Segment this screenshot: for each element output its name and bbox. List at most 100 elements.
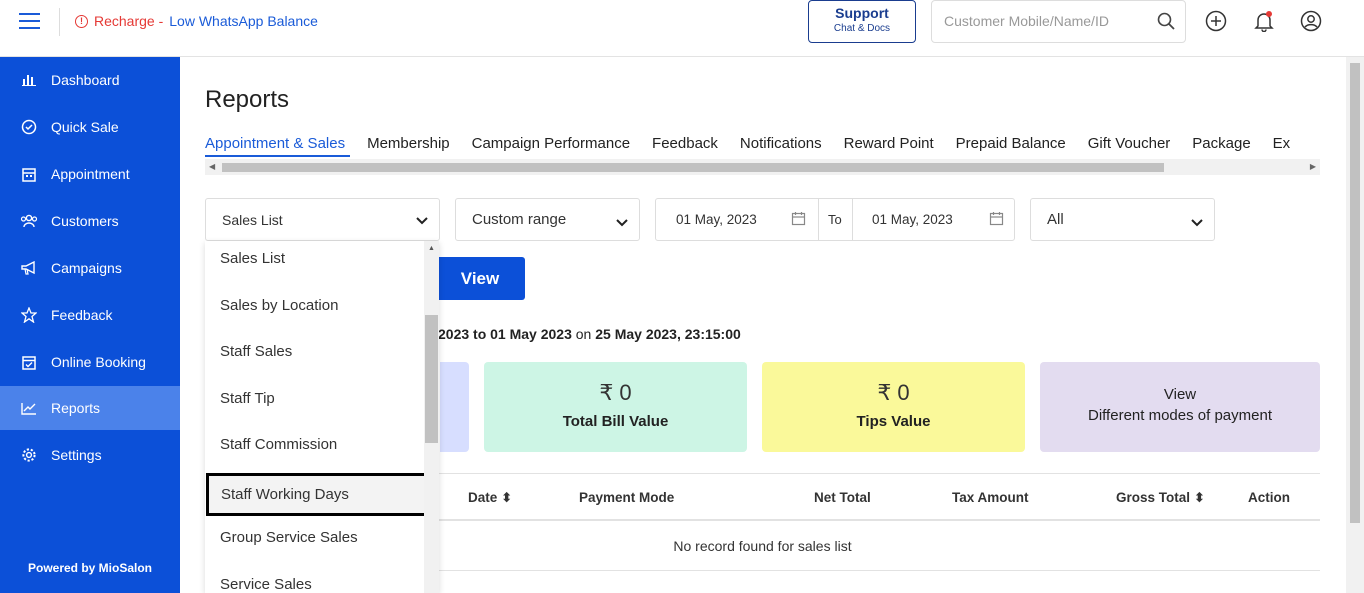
scroll-left-icon[interactable]: ◀ [209,162,215,171]
dropdown-option[interactable]: Service Sales [205,561,425,593]
divider [59,8,60,36]
tab-gift-voucher[interactable]: Gift Voucher [1088,135,1171,152]
alert-link[interactable]: Low WhatsApp Balance [169,13,318,29]
calendar-icon[interactable] [791,211,806,231]
sidebar-item-quick-sale[interactable]: Quick Sale [0,105,180,149]
sidebar-item-label: Settings [51,447,102,463]
column-label: Date [468,490,498,505]
scrollbar-thumb[interactable] [222,163,1164,172]
range-select[interactable]: Custom range [455,198,640,241]
payment-modes-card[interactable]: View Different modes of payment [1040,362,1320,452]
alert-prefix: Recharge - [94,13,164,29]
users-icon [20,212,38,230]
chevron-down-icon [415,213,429,229]
scrollbar-thumb[interactable] [1350,63,1360,523]
search-input[interactable] [944,13,1144,29]
user-profile-icon[interactable] [1300,10,1322,37]
calendar-icon[interactable] [989,211,1004,231]
whatsapp-balance-alert[interactable]: ! Recharge - Low WhatsApp Balance [75,13,318,29]
sidebar-item-appointment[interactable]: Appointment [0,152,180,196]
dropdown-option-highlighted[interactable]: Staff Working Days [206,473,438,516]
gear-icon [20,446,38,464]
payment-modes-label: Different modes of payment [1088,407,1272,424]
summary-card-partial [440,362,469,452]
star-icon [20,306,38,324]
sidebar-item-campaigns[interactable]: Campaigns [0,246,180,290]
sidebar-item-label: Customers [51,213,119,229]
tab-notifications[interactable]: Notifications [740,135,822,152]
column-action: Action [1248,490,1290,505]
report-type-select[interactable]: Sales List [205,198,440,241]
sidebar-item-customers[interactable]: Customers [0,199,180,243]
tab-ex[interactable]: Ex [1273,135,1291,152]
calendar-check-icon [20,353,38,371]
tab-package[interactable]: Package [1192,135,1250,152]
tab-appointment-sales[interactable]: Appointment & Sales [205,135,345,152]
bell-icon[interactable] [1253,10,1275,37]
hamburger-menu-icon[interactable] [19,13,40,31]
tab-reward-point[interactable]: Reward Point [844,135,934,152]
search-box [931,0,1186,43]
column-date[interactable]: Date ⬍ [468,490,512,506]
date-range-text: 2023 to 01 May 2023 [438,326,572,342]
page-title: Reports [205,86,290,113]
tab-feedback[interactable]: Feedback [652,135,718,152]
support-button[interactable]: Support Chat & Docs [808,0,916,43]
sidebar-item-label: Dashboard [51,72,120,88]
dropdown-scrollbar[interactable]: ▲ [424,241,439,593]
scroll-up-icon[interactable]: ▲ [428,245,435,252]
view-button[interactable]: View [435,257,525,300]
sidebar-item-label: Appointment [51,166,130,182]
info-icon: ! [75,14,88,28]
sort-icon[interactable]: ⬍ [501,490,512,505]
sidebar-item-label: Campaigns [51,260,122,276]
dropdown-option[interactable]: Staff Commission [205,421,425,467]
dropdown-option[interactable]: Sales by Location [205,282,425,328]
tabs-scrollbar[interactable]: ◀ ▶ [205,159,1320,175]
calendar-icon [20,165,38,183]
scroll-right-icon[interactable]: ▶ [1310,162,1316,171]
column-payment-mode: Payment Mode [579,490,675,505]
search-icon[interactable] [1157,12,1175,35]
to-date-input[interactable]: 01 May, 2023 [872,212,953,227]
sidebar-item-reports[interactable]: Reports [0,386,180,430]
tab-prepaid-balance[interactable]: Prepaid Balance [956,135,1066,152]
check-circle-icon [20,118,38,136]
divider [818,199,819,240]
powered-by: Powered by MioSalon [27,561,153,575]
report-tabs: Appointment & Sales Membership Campaign Pe… [205,135,1320,155]
column-net-total: Net Total [814,490,871,505]
sidebar-item-dashboard[interactable]: Dashboard [0,58,180,102]
total-bill-label: Total Bill Value [562,413,669,430]
date-range-on: on [575,326,592,342]
scrollbar-thumb[interactable] [425,315,438,443]
sidebar-item-feedback[interactable]: Feedback [0,293,180,337]
divider [852,199,853,240]
range-value: Custom range [472,211,567,228]
from-date-input[interactable]: 01 May, 2023 [676,212,757,227]
sidebar-item-settings[interactable]: Settings [0,433,180,477]
tips-label: Tips Value [856,413,931,430]
dropdown-option[interactable]: Sales List [205,241,425,281]
dropdown-option[interactable]: Staff Tip [205,375,425,421]
location-select[interactable]: All [1030,198,1215,241]
sort-icon[interactable]: ⬍ [1194,490,1205,505]
column-gross-total[interactable]: Gross Total ⬍ [1116,490,1205,506]
sidebar-item-label: Online Booking [51,354,146,370]
page-scrollbar[interactable] [1346,57,1364,593]
sidebar-item-label: Quick Sale [51,119,119,135]
location-value: All [1047,211,1064,228]
dropdown-option[interactable]: Group Service Sales [205,514,425,560]
to-label: To [828,212,842,227]
add-icon[interactable] [1205,10,1227,37]
report-type-value: Sales List [222,211,283,228]
tab-membership[interactable]: Membership [367,135,450,152]
tab-campaign-performance[interactable]: Campaign Performance [472,135,630,152]
bar-chart-icon [20,71,38,89]
megaphone-icon [20,259,38,277]
sidebar-item-online-booking[interactable]: Online Booking [0,340,180,384]
active-tab-indicator [205,155,350,157]
support-title: Support [835,5,889,21]
report-type-dropdown: Sales List Sales by Location Staff Sales… [205,241,439,593]
dropdown-option[interactable]: Staff Sales [205,328,425,374]
